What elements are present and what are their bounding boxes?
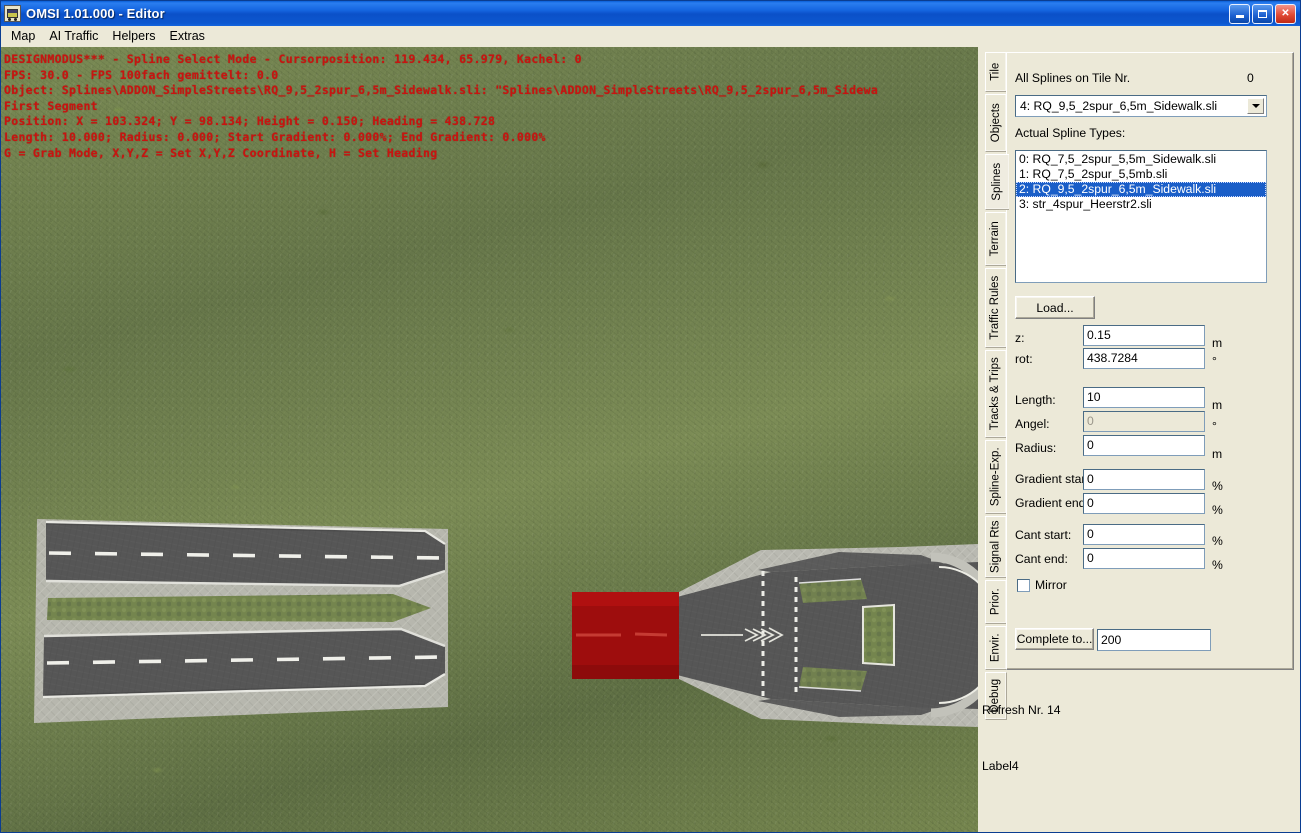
cant-start-input[interactable]: 0 [1083,524,1205,545]
menu-item-ai-traffic[interactable]: AI Traffic [44,27,107,46]
tab-envir[interactable]: Envir. [985,626,1007,670]
window-controls: ✕ [1229,3,1298,24]
field-label-cant-end: Cant end: [1015,552,1068,566]
field-unit-cant-start: % [1212,534,1223,548]
tab-spline-exp[interactable]: Spline-Exp. [985,440,1007,514]
tab-label-spline-exp: Spline-Exp. [989,447,1002,507]
title-bar: OMSI 1.01.000 - Editor ✕ [1,1,1300,26]
chevron-down-icon[interactable] [1247,98,1264,114]
omsi-editor-window: OMSI 1.01.000 - Editor ✕ Map AI Traffic … [0,0,1301,833]
cant-end-input[interactable]: 0 [1083,548,1205,569]
field-label-cant-start: Cant start: [1015,528,1072,542]
panel-tab-strip: Tile Objects Splines Terrain Traffic Rul… [985,52,1009,720]
selected-spline-segment [572,592,679,679]
field-label-angel: Angel: [1015,417,1050,431]
field-label-z: z: [1015,331,1025,345]
menu-item-map[interactable]: Map [6,27,44,46]
field-unit-rot: ° [1212,354,1217,368]
menu-item-helpers[interactable]: Helpers [107,27,164,46]
complete-to-button[interactable]: Complete to... [1015,628,1094,650]
tab-tile[interactable]: Tile [985,52,1007,92]
all-splines-label: All Splines on Tile Nr. [1015,71,1131,85]
maximize-button[interactable] [1252,3,1273,24]
tab-terrain[interactable]: Terrain [985,212,1007,266]
field-label-radius: Radius: [1015,441,1057,455]
field-unit-angel: ° [1212,419,1217,433]
mirror-checkbox-row[interactable]: Mirror [1017,578,1067,592]
tab-traffic-rules[interactable]: Traffic Rules [985,268,1007,348]
list-item[interactable]: 3: str_4spur_Heerstr2.sli [1016,197,1266,212]
field-label-gradient-start: Gradient start: [1015,472,1093,486]
label4: Label4 [982,759,1019,773]
left-dual-carriageway [34,519,448,723]
all-splines-count: 0 [1247,71,1254,85]
tab-label-objects: Objects [989,103,1002,143]
close-button[interactable]: ✕ [1275,3,1296,24]
spline-combo-value: 4: RQ_9,5_2spur_6,5m_Sidewalk.sli [1020,99,1218,113]
3d-viewport[interactable]: DESIGNMODUS*** - Spline Select Mode - Cu… [1,47,978,832]
field-label-length: Length: [1015,393,1056,407]
z-input[interactable]: 0.15 [1083,325,1205,346]
tab-label-tile: Tile [989,62,1002,82]
tab-tracks-trips[interactable]: Tracks & Trips [985,350,1007,438]
field-label-gradient-end: Gradient end: [1015,496,1089,510]
menu-bar: Map AI Traffic Helpers Extras [1,26,1300,47]
right-junction-spline [677,544,978,727]
mirror-checkbox[interactable] [1017,578,1030,592]
radius-input[interactable]: 0 [1083,435,1205,456]
length-input[interactable]: 10 [1083,387,1205,408]
bus-icon [4,5,21,22]
gradient-start-input[interactable]: 0 [1083,469,1205,490]
menu-item-extras[interactable]: Extras [165,27,214,46]
tab-prior[interactable]: Prior. [985,580,1007,624]
tab-label-splines: Splines [990,163,1003,201]
field-label-rot: rot: [1015,352,1033,366]
list-item[interactable]: 2: RQ_9,5_2spur_6,5m_Sidewalk.sli [1016,182,1266,197]
mirror-label: Mirror [1035,578,1067,592]
gradient-end-input[interactable]: 0 [1083,493,1205,514]
field-unit-gradient-start: % [1212,479,1223,493]
field-unit-cant-end: % [1212,558,1223,572]
list-item[interactable]: 0: RQ_7,5_2spur_5,5m_Sidewalk.sli [1016,152,1266,167]
tab-label-traffic-rules: Traffic Rules [989,276,1002,340]
window-title: OMSI 1.01.000 - Editor [26,6,165,21]
tab-splines[interactable]: Splines [985,154,1009,210]
rot-input[interactable]: 438.7284 [1083,348,1205,369]
field-unit-radius: m [1212,447,1223,461]
tab-label-terrain: Terrain [989,221,1002,257]
angel-input[interactable]: 0 [1083,411,1205,432]
minimize-button[interactable] [1229,3,1250,24]
editor-side-panel: Tile Objects Splines Terrain Traffic Rul… [978,47,1300,832]
spline-select-combobox[interactable]: 4: RQ_9,5_2spur_6,5m_Sidewalk.sli [1015,95,1267,117]
load-button[interactable]: Load... [1015,296,1095,319]
tab-label-prior: Prior. [989,588,1002,616]
field-unit-length: m [1212,398,1223,412]
field-unit-z: m [1212,336,1223,350]
tab-label-tracks-trips: Tracks & Trips [989,357,1002,431]
tab-objects[interactable]: Objects [985,94,1007,152]
field-unit-gradient-end: % [1212,503,1223,517]
road-splines [34,519,978,727]
actual-spline-types-label: Actual Spline Types: [1015,126,1126,140]
tab-label-signal-rts: Signal Rts [989,520,1002,574]
splines-tab-panel: All Splines on Tile Nr. 0 4: RQ_9,5_2spu… [1006,52,1294,670]
complete-to-input[interactable]: 200 [1097,629,1211,651]
list-item[interactable]: 1: RQ_7,5_2spur_5,5mb.sli [1016,167,1266,182]
spline-types-listbox[interactable]: 0: RQ_7,5_2spur_5,5m_Sidewalk.sli 1: RQ_… [1015,150,1267,283]
tab-signal-rts[interactable]: Signal Rts [985,516,1007,578]
refresh-counter-label: Refresh Nr. 14 [982,703,1061,717]
tab-label-envir: Envir. [989,633,1002,663]
